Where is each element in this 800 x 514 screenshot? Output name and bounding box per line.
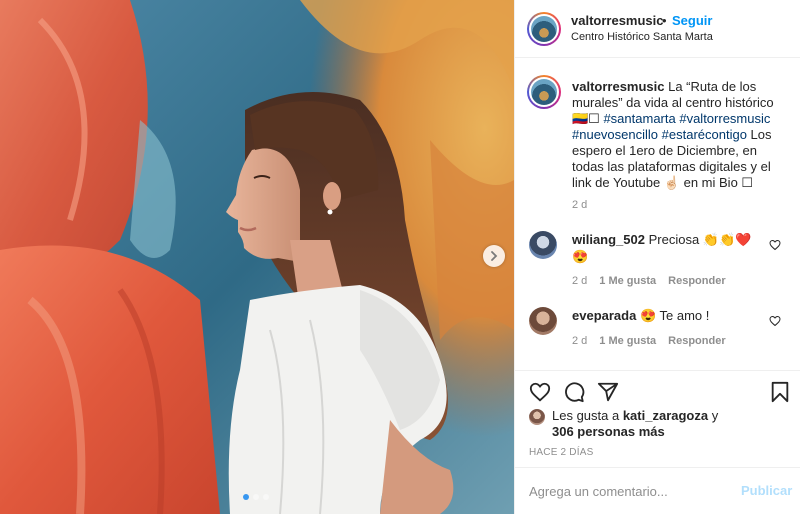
comment-timestamp[interactable]: 2 d (572, 275, 587, 287)
carousel-indicator (243, 494, 269, 500)
carousel-dot (253, 494, 259, 500)
post-sidebar: valtorresmusic • Seguir Centro Histórico… (514, 0, 800, 514)
instagram-post: valtorresmusic • Seguir Centro Histórico… (0, 0, 800, 514)
comments-section: valtorresmusic La “Ruta de los murales” … (515, 59, 800, 370)
liker-username[interactable]: kati_zaragoza (623, 408, 708, 423)
likes-others-link[interactable]: 306 personas más (552, 424, 665, 439)
comment-likes-count[interactable]: 1 Me gusta (599, 335, 656, 347)
comment-timestamp[interactable]: 2 d (572, 335, 587, 347)
reply-button[interactable]: Responder (668, 275, 725, 287)
comment-username[interactable]: eveparada (572, 308, 636, 323)
hashtag-link[interactable]: #estarécontigo (662, 127, 747, 142)
post-actions: Les gusta a kati_zaragoza y 306 personas… (515, 370, 800, 472)
post-timestamp[interactable]: HACE 2 DÍAS (529, 447, 593, 458)
post-photo[interactable] (0, 0, 514, 514)
header-separator: • (662, 13, 667, 28)
carousel-dot (243, 494, 249, 500)
publish-button[interactable]: Publicar (741, 483, 792, 498)
liker-avatar[interactable] (529, 409, 545, 425)
likes-mid: y (708, 408, 719, 423)
mural-portrait-image (0, 0, 514, 514)
hashtag-link[interactable]: #valtorresmusic (679, 111, 770, 126)
add-comment-bar: Publicar (515, 467, 800, 514)
carousel-dot (263, 494, 269, 500)
bookmark-icon[interactable] (769, 381, 791, 403)
comment: wiliang_502 Preciosa 👏👏❤️😍 (572, 231, 752, 265)
next-photo-button[interactable] (483, 245, 505, 267)
comment-text: 😍 Te amo ! (636, 308, 710, 323)
chevron-right-icon (491, 251, 498, 261)
author-username[interactable]: valtorresmusic (571, 13, 664, 28)
caption-username[interactable]: valtorresmusic (572, 79, 665, 94)
follow-button[interactable]: Seguir (672, 13, 712, 28)
author-avatar[interactable] (527, 12, 561, 46)
comment: eveparada 😍 Te amo ! (572, 307, 752, 324)
caption-timestamp[interactable]: 2 d (572, 199, 587, 211)
likes-prefix: Les gusta a (552, 408, 623, 423)
paper-plane-icon[interactable] (597, 381, 619, 403)
likes-summary: Les gusta a kati_zaragoza y 306 personas… (552, 408, 792, 440)
comment-icon[interactable] (563, 381, 585, 403)
commenter-avatar[interactable] (529, 307, 557, 335)
comment-input[interactable] (529, 482, 719, 500)
heart-icon[interactable] (529, 381, 551, 403)
hashtag-link[interactable]: #santamarta (603, 111, 675, 126)
commenter-avatar[interactable] (529, 231, 557, 259)
post-header: valtorresmusic • Seguir Centro Histórico… (515, 0, 800, 58)
comment-likes-count[interactable]: 1 Me gusta (599, 275, 656, 287)
hashtag-link[interactable]: #nuevosencillo (572, 127, 658, 142)
comment-meta: 2 d 1 Me gusta Responder (572, 335, 726, 347)
comment-like-icon[interactable] (769, 239, 781, 251)
comment-like-icon[interactable] (769, 315, 781, 327)
caption-avatar[interactable] (527, 75, 561, 109)
location-link[interactable]: Centro Histórico Santa Marta (571, 31, 713, 43)
comment-meta: 2 d 1 Me gusta Responder (572, 275, 726, 287)
reply-button[interactable]: Responder (668, 335, 725, 347)
comment-username[interactable]: wiliang_502 (572, 232, 645, 247)
post-caption: valtorresmusic La “Ruta de los murales” … (572, 79, 792, 191)
